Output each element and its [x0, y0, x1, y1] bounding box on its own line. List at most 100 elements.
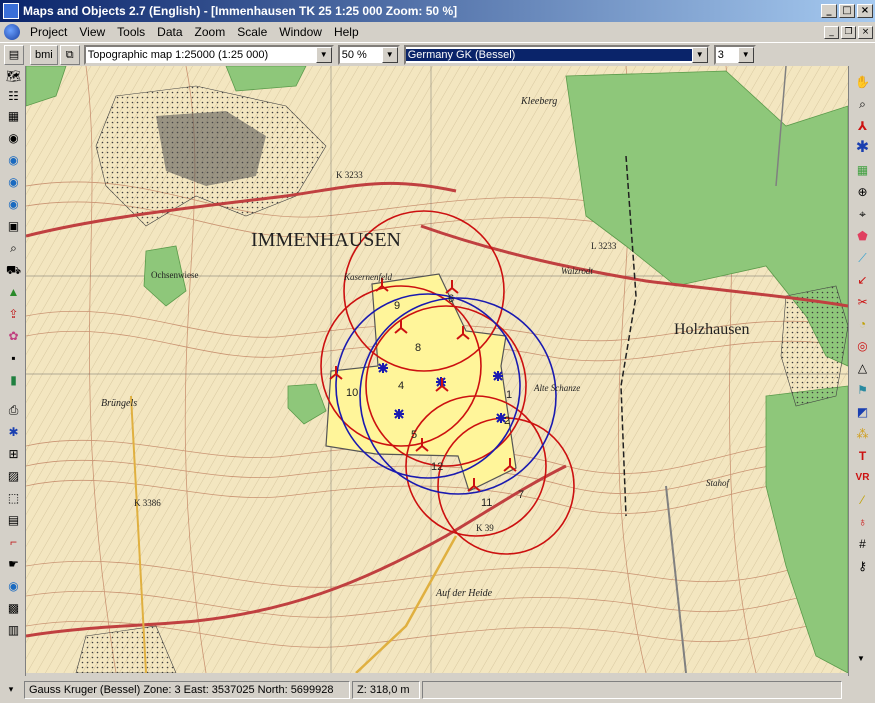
place-label: Stahof [706, 478, 731, 488]
status-extra [422, 680, 842, 699]
globe-icon[interactable]: ◉ [4, 128, 23, 147]
place-label: Kleeberg [520, 96, 557, 107]
calculator-icon[interactable]: ▤ [4, 510, 23, 529]
mdi-minimize-button[interactable]: _ [824, 25, 839, 39]
ruler-icon[interactable]: ⟋ [853, 248, 872, 267]
zoom-icon[interactable]: ⌕ [853, 94, 872, 113]
pan-hand-icon[interactable]: ✋ [853, 72, 872, 91]
svg-text:4: 4 [398, 380, 404, 392]
globe-icon-3[interactable]: ◉ [4, 172, 23, 191]
svg-text:8: 8 [415, 342, 421, 354]
svg-text:10: 10 [346, 387, 358, 399]
asterisk-icon[interactable]: ✱ [853, 138, 872, 157]
globe-icon-2[interactable]: ◉ [4, 150, 23, 169]
main-toolbar: ▤ bmi ⧉ Topographic map 1:25000 (1:25 00… [0, 42, 875, 66]
zone-select[interactable]: 3 ▼ [713, 44, 756, 65]
menu-window[interactable]: Window [273, 25, 328, 39]
crosshair-icon[interactable]: ⌖ [853, 204, 872, 223]
mdi-close-button[interactable]: × [858, 25, 873, 39]
export-icon[interactable]: ⇪ [4, 304, 23, 323]
coordinates-readout: Gauss Kruger (Bessel) Zone: 3 East: 3537… [24, 680, 350, 699]
polygon-icon[interactable]: ⬟ [853, 226, 872, 245]
menu-zoom[interactable]: Zoom [189, 25, 232, 39]
camera-icon[interactable]: ▣ [4, 216, 23, 235]
left-toolbar: 🗺 ☷ ▦ ◉ ◉ ◉ ◉ ▣ ⌕ ⛟ ▲ ⇪ ✿ ▪ ▮ ⎙ ✱ ⊞ ▨ ⬚ … [0, 66, 26, 676]
place-label: Alte Schanze [533, 383, 580, 393]
lock-icon[interactable]: ⚷ [853, 556, 872, 575]
save-icon[interactable]: ▪ [4, 348, 23, 367]
terrain-icon[interactable]: ▲ [4, 282, 23, 301]
zoom-select[interactable]: 50 % ▼ [337, 44, 400, 65]
document-globe-icon[interactable] [4, 24, 20, 40]
right-toolbar: ✋ ⌕ ⅄ ✱ ▦ ⊕ ⌖ ⬟ ⟋ ↙ ✂ ◔ ◎ △ ⚑ ◩ ⁂ T VR ⁄… [848, 66, 875, 676]
status-grip-icon: ▾ [8, 684, 14, 694]
vr-icon[interactable]: T [853, 446, 872, 465]
circle-segment-icon[interactable]: ◔ [853, 314, 872, 333]
palette-icon[interactable]: ✿ [4, 326, 23, 345]
map-view[interactable]: IMMENHAUSEN Holzhausen Brüngels Alte Sch… [26, 66, 848, 673]
wind-turbine-icon[interactable]: ⅄ [853, 116, 872, 135]
menu-tools[interactable]: Tools [111, 25, 151, 39]
printer-icon[interactable]: ⎙ [4, 400, 23, 419]
road-label: L 3233 [591, 241, 617, 251]
text-tool-icon[interactable]: ⁂ [853, 424, 872, 443]
menu-bar: Project View Tools Data Zoom Scale Windo… [0, 22, 875, 42]
satellite-icon[interactable]: # [853, 534, 872, 553]
copy-button[interactable]: ⧉ [59, 44, 80, 65]
globe-icon-5[interactable]: ◉ [4, 576, 23, 595]
close-button[interactable]: × [857, 4, 873, 18]
mdi-restore-button[interactable]: ❐ [841, 25, 856, 39]
chevron-down-icon[interactable]: ▼ [737, 46, 754, 63]
search-map-icon[interactable]: ⌕ [4, 238, 23, 257]
markers-icon[interactable]: ✱ [4, 422, 23, 441]
scroll-down-icon[interactable]: ▼ [854, 654, 868, 670]
hand-cursor-icon[interactable]: ☛ [4, 554, 23, 573]
chevron-down-icon[interactable]: ▼ [315, 46, 332, 63]
menu-data[interactable]: Data [151, 25, 188, 39]
flag-icon[interactable]: ⚑ [853, 380, 872, 399]
svg-text:11: 11 [481, 497, 492, 509]
target-icon[interactable]: ◎ [853, 336, 872, 355]
triangle-icon[interactable]: △ [853, 358, 872, 377]
window-title: Maps and Objects 2.7 (English) - [Immenh… [23, 4, 458, 18]
line-icon[interactable]: VR [853, 468, 872, 487]
map-list-icon[interactable]: ☷ [4, 86, 23, 105]
projection-select[interactable]: Germany GK (Bessel) ▼ [403, 44, 710, 65]
chevron-down-icon[interactable]: ▼ [691, 46, 708, 63]
compass-icon[interactable]: ⊕ [853, 182, 872, 201]
svg-text:5: 5 [411, 429, 417, 441]
svg-text:1: 1 [506, 389, 512, 401]
menu-help[interactable]: Help [328, 25, 365, 39]
marker-icon[interactable]: ⁄ [853, 490, 872, 509]
globe-icon-4[interactable]: ◉ [4, 194, 23, 213]
place-label: Kasernenfeld [343, 272, 392, 282]
layers-icon[interactable]: ▦ [4, 106, 23, 125]
truck-icon[interactable]: ⛟ [4, 260, 23, 279]
topographic-map[interactable]: IMMENHAUSEN Holzhausen Brüngels Alte Sch… [26, 66, 848, 673]
grid-icon[interactable]: ▦ [853, 160, 872, 179]
map-icon[interactable]: 🗺 [4, 66, 23, 85]
image-icon[interactable]: ▨ [4, 466, 23, 485]
dotted-box-icon[interactable]: ⬚ [4, 488, 23, 507]
svg-text:6: 6 [448, 293, 454, 305]
menu-project[interactable]: Project [24, 25, 73, 39]
svg-text:2: 2 [504, 415, 510, 427]
bitmap-icon[interactable]: ▥ [4, 620, 23, 639]
layers-button[interactable]: ▤ [4, 44, 24, 65]
zoom-select-value: 50 % [341, 48, 367, 61]
menu-view[interactable]: View [73, 25, 111, 39]
picture-icon[interactable]: ▩ [4, 598, 23, 617]
map-select[interactable]: Topographic map 1:25000 (1:25 000) ▼ [83, 44, 334, 65]
chevron-down-icon[interactable]: ▼ [381, 46, 398, 63]
crop-icon[interactable]: ⌐ [4, 532, 23, 551]
scissors-icon[interactable]: ✂ [853, 292, 872, 311]
bmi-button[interactable]: bmi [30, 44, 58, 65]
hash-icon[interactable]: ♁ [853, 512, 872, 531]
network-icon[interactable]: ⊞ [4, 444, 23, 463]
minimize-button[interactable]: _ [821, 4, 837, 18]
maximize-button[interactable]: □ [839, 4, 855, 18]
color-bar-icon[interactable]: ▮ [4, 370, 23, 389]
arrow-icon[interactable]: ↙ [853, 270, 872, 289]
circle-icon[interactable]: ◩ [853, 402, 872, 421]
menu-scale[interactable]: Scale [231, 25, 273, 39]
